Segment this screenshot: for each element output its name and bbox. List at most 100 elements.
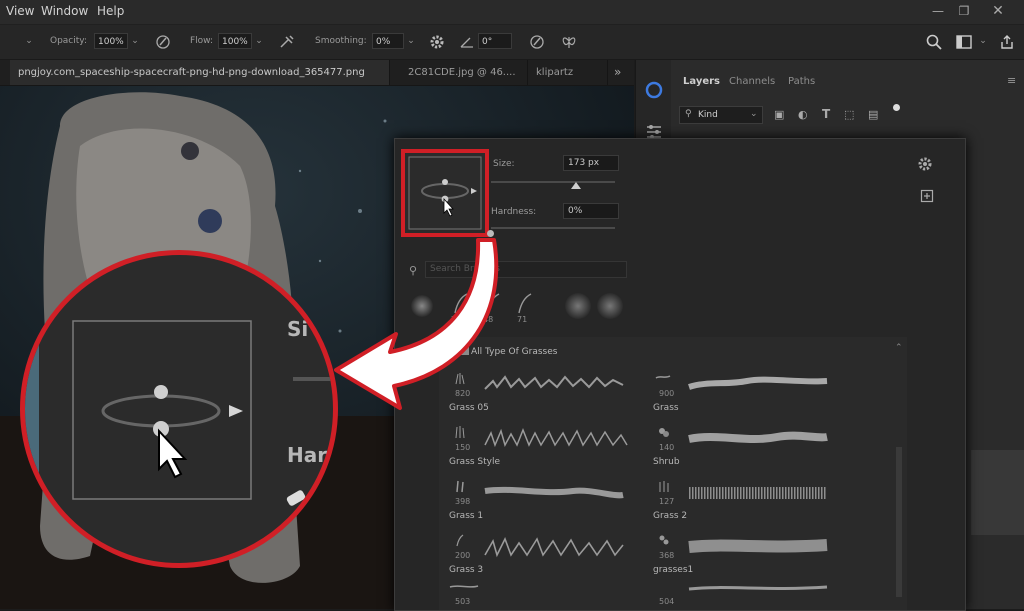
- brush-tip-icon: [455, 426, 465, 439]
- brush-name: grasses1: [653, 565, 694, 575]
- brush-item[interactable]: 503: [449, 583, 645, 610]
- chevron-down-icon: ⌄: [750, 109, 758, 119]
- brush-size: 127: [659, 497, 675, 506]
- restore-icon[interactable]: ❐: [956, 3, 972, 19]
- workspace-icon[interactable]: [955, 33, 973, 51]
- brush-stroke-preview: [484, 537, 624, 558]
- recent-brush-size: 71: [517, 315, 528, 324]
- angle-icon: [460, 37, 473, 48]
- brush-item-grasses1[interactable]: 368 grasses1: [653, 529, 849, 581]
- recent-brush-stroke[interactable]: [515, 291, 535, 317]
- close-icon[interactable]: ✕: [990, 3, 1006, 19]
- search-icon[interactable]: [925, 33, 943, 51]
- airbrush-icon[interactable]: [278, 33, 296, 51]
- brush-name: Grass 2: [653, 511, 688, 521]
- hardness-label: Hardness:: [491, 207, 537, 217]
- flow-field[interactable]: 100%: [218, 33, 252, 49]
- share-icon[interactable]: [998, 33, 1016, 51]
- smoothing-field[interactable]: 0%: [372, 33, 404, 49]
- kind-label: Kind: [698, 110, 718, 120]
- brush-name: Grass: [653, 403, 679, 413]
- smart-object-filter-icon[interactable]: ▤: [868, 108, 878, 121]
- tab-label: 2C81CDE.jpg @ 46....: [408, 67, 516, 78]
- brush-tip-icon: [659, 428, 669, 437]
- brush-stroke-preview: [688, 539, 828, 553]
- brush-angle-roundness-icon[interactable]: [405, 153, 485, 233]
- menu-view[interactable]: View: [6, 4, 34, 18]
- size-slider[interactable]: [491, 181, 615, 183]
- type-filter-icon[interactable]: T: [822, 107, 830, 121]
- color-wheel-icon[interactable]: [644, 80, 664, 100]
- brush-item[interactable]: 504: [653, 583, 849, 610]
- brush-item-shrub[interactable]: 140 Shrub: [653, 421, 849, 473]
- pixel-filter-icon[interactable]: ▣: [774, 108, 784, 121]
- tab-document-2[interactable]: 2C81CDE.jpg @ 46....: [400, 60, 528, 85]
- brush-tip-icon: [655, 375, 671, 379]
- size-slider-thumb[interactable]: [571, 182, 581, 189]
- pressure-opacity-icon[interactable]: [154, 33, 172, 51]
- menu-window[interactable]: Window: [41, 4, 88, 18]
- gear-icon[interactable]: [917, 155, 935, 173]
- brush-item-grass[interactable]: 900 Grass: [653, 367, 849, 419]
- brush-tip-preview-highlight[interactable]: [401, 149, 489, 237]
- tabs-overflow-icon[interactable]: »: [614, 65, 621, 79]
- size-field[interactable]: 173 px: [563, 155, 619, 171]
- recent-brush-soft[interactable]: [565, 293, 591, 319]
- symmetry-butterfly-icon[interactable]: [560, 33, 578, 51]
- opacity-field[interactable]: 100%: [94, 33, 128, 49]
- gear-icon[interactable]: [428, 33, 446, 51]
- brush-tip-icon: [659, 481, 669, 492]
- tab-document-3[interactable]: klipartz: [528, 60, 608, 85]
- canvas-edge: [25, 255, 39, 563]
- minimize-icon[interactable]: —: [930, 3, 946, 19]
- chevron-up-icon[interactable]: ⌃: [895, 343, 903, 353]
- hardness-slider[interactable]: [491, 227, 615, 229]
- smoothing-dropdown[interactable]: ⌄: [404, 33, 418, 49]
- tab-channels[interactable]: Channels: [729, 76, 775, 87]
- brush-name: Grass Style: [449, 457, 501, 467]
- hardness-field[interactable]: 0%: [563, 203, 619, 219]
- tab-layers[interactable]: Layers: [683, 76, 720, 87]
- tab-label: pngjoy.com_spaceship-spacecraft-png-hd-p…: [18, 67, 365, 78]
- brush-grid: 820 Grass 05 900 Grass 150 Grass Style 1…: [449, 367, 849, 610]
- brush-item-grass-3[interactable]: 200 Grass 3: [449, 529, 645, 581]
- opacity-dropdown[interactable]: ⌄: [128, 33, 142, 49]
- angle-field[interactable]: 0°: [478, 33, 512, 49]
- document-tabs: pngjoy.com_spaceship-spacecraft-png-hd-p…: [0, 60, 634, 86]
- size-slider-zoomed: [293, 377, 333, 381]
- opacity-label: Opacity:: [50, 36, 87, 46]
- panel-scroll-region: [971, 450, 1024, 535]
- brush-angle-roundness-icon: [72, 320, 252, 500]
- tab-paths[interactable]: Paths: [788, 76, 815, 87]
- brush-name: Grass 1: [449, 511, 484, 521]
- kind-filter[interactable]: ⚲ Kind ⌄: [679, 106, 763, 124]
- brush-stroke-preview: [688, 376, 828, 390]
- search-icon: ⚲: [685, 109, 692, 119]
- tab-document-1[interactable]: pngjoy.com_spaceship-spacecraft-png-hd-p…: [10, 60, 390, 85]
- brush-stroke-preview: [688, 585, 828, 591]
- panel-menu-icon[interactable]: ≡: [1007, 74, 1016, 87]
- workspace-dropdown[interactable]: ⌄: [976, 33, 990, 49]
- brush-size: 504: [659, 597, 675, 606]
- scrollbar[interactable]: [896, 447, 902, 597]
- brush-tip-icon: [456, 480, 464, 493]
- brush-preset-dropdown[interactable]: ⌄: [22, 33, 36, 49]
- menu-help[interactable]: Help: [97, 4, 124, 18]
- brush-size: 368: [659, 551, 675, 560]
- adjustment-filter-icon[interactable]: ◐: [798, 108, 808, 121]
- brush-item-grass-2[interactable]: 127 Grass 2: [653, 475, 849, 527]
- menu-bar: View Window Help — ❐ ✕: [0, 0, 1024, 25]
- new-preset-icon[interactable]: [920, 189, 934, 203]
- brush-tip-icon: [456, 534, 464, 547]
- flow-dropdown[interactable]: ⌄: [252, 33, 266, 49]
- brush-name: Shrub: [653, 457, 680, 467]
- brush-size: 150: [455, 443, 471, 452]
- recent-brush-soft[interactable]: [597, 293, 623, 319]
- filter-toggle[interactable]: [893, 104, 900, 111]
- brush-size: 200: [455, 551, 471, 560]
- brush-stroke-preview: [484, 486, 624, 499]
- shape-filter-icon[interactable]: ⬚: [844, 108, 854, 121]
- brush-item-grass-1[interactable]: 398 Grass 1: [449, 475, 645, 527]
- pressure-size-icon[interactable]: [528, 33, 546, 51]
- brush-item-grass-style[interactable]: 150 Grass Style: [449, 421, 645, 473]
